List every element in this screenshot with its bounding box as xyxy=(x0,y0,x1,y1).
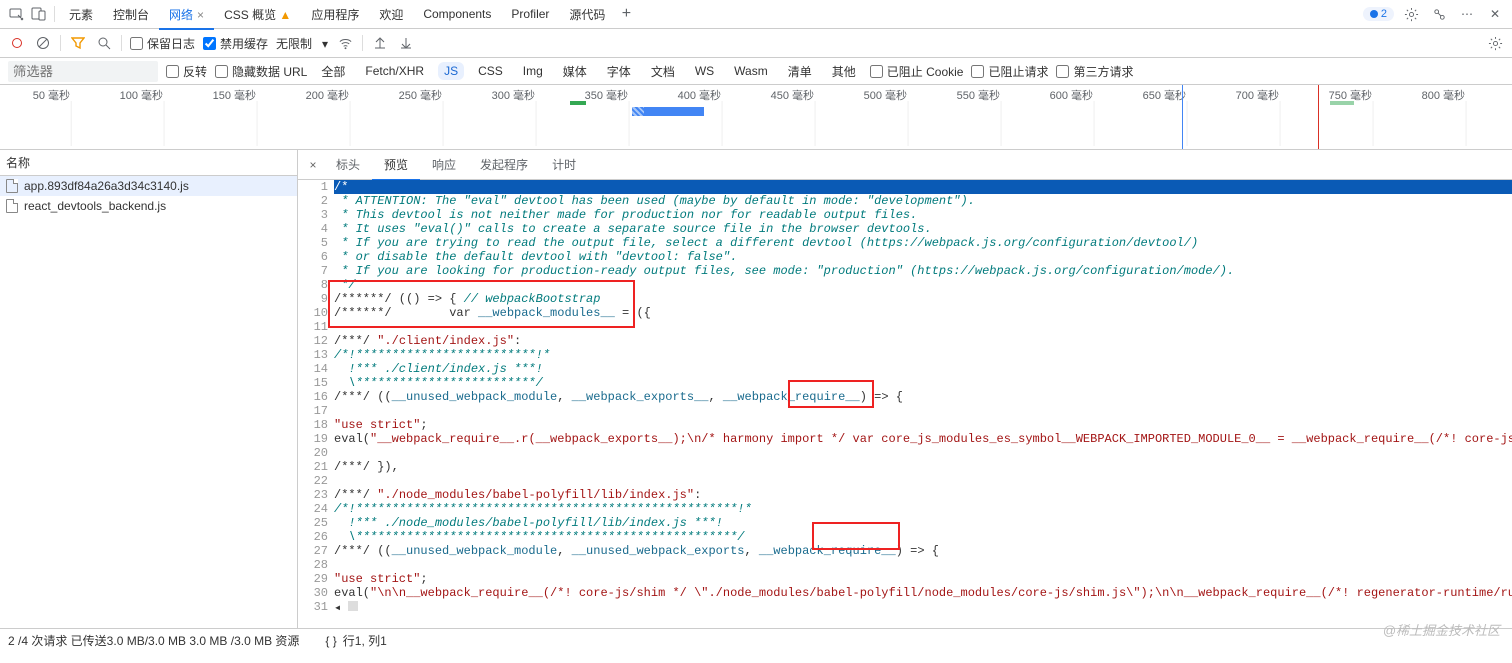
tab-timing[interactable]: 计时 xyxy=(540,150,588,179)
timeline-bar xyxy=(1330,101,1354,105)
filter-input[interactable] xyxy=(8,61,158,82)
hide-data-urls-checkbox[interactable]: 隐藏数据 URL xyxy=(215,63,307,80)
load-line xyxy=(1318,85,1319,149)
type-js[interactable]: JS xyxy=(438,62,464,80)
settings-gear-icon[interactable] xyxy=(1486,34,1504,52)
blocked-cookies-checkbox[interactable]: 已阻止 Cookie xyxy=(870,63,964,80)
domcontent-line xyxy=(1182,85,1183,149)
clear-icon[interactable] xyxy=(34,34,52,52)
tab-welcome[interactable]: 欢迎 xyxy=(369,0,413,29)
timeline-tick: 350 毫秒 xyxy=(585,87,628,103)
tab-elements[interactable]: 元素 xyxy=(59,0,103,29)
timeline-bar xyxy=(570,101,586,105)
transfer-summary: 2 /4 次请求 已传送3.0 MB/3.0 MB 3.0 MB /3.0 MB… xyxy=(8,632,299,649)
type-ws[interactable]: WS xyxy=(689,62,720,80)
timeline-tick: 400 毫秒 xyxy=(678,87,721,103)
request-row[interactable]: app.893df84a26a3d34c3140.js xyxy=(0,176,297,196)
type-other[interactable]: 其他 xyxy=(826,61,862,82)
third-party-checkbox[interactable]: 第三方请求 xyxy=(1056,63,1133,80)
status-bar: 2 /4 次请求 已传送3.0 MB/3.0 MB 3.0 MB /3.0 MB… xyxy=(0,628,1512,652)
file-icon xyxy=(6,199,18,213)
file-icon xyxy=(6,179,18,193)
download-icon[interactable] xyxy=(397,34,415,52)
tab-preview[interactable]: 预览 xyxy=(372,150,420,181)
tab-sources[interactable]: 源代码 xyxy=(559,0,615,29)
timeline-tick: 550 毫秒 xyxy=(957,87,1000,103)
timeline-tick: 150 毫秒 xyxy=(213,87,256,103)
cursor-position: 行1, 列1 xyxy=(343,632,387,649)
timeline-tick: 250 毫秒 xyxy=(399,87,442,103)
tab-network[interactable]: 网络× xyxy=(159,0,214,29)
timeline-bar xyxy=(644,107,704,116)
device-icon[interactable] xyxy=(28,3,50,25)
gear-icon[interactable] xyxy=(1400,3,1422,25)
more-icon[interactable]: ⋯ xyxy=(1456,3,1478,25)
timeline-tick: 800 毫秒 xyxy=(1422,87,1465,103)
devtools-top-tabs: 元素 控制台 网络× CSS 概览 ▲ 应用程序 欢迎 Components P… xyxy=(0,0,1512,29)
timeline-tick: 50 毫秒 xyxy=(33,87,70,103)
close-icon[interactable]: × xyxy=(197,8,204,22)
timeline-tick: 700 毫秒 xyxy=(1236,87,1279,103)
inspect-icon[interactable] xyxy=(6,3,28,25)
timeline-tick: 600 毫秒 xyxy=(1050,87,1093,103)
add-tab-icon[interactable]: + xyxy=(615,3,637,25)
request-row[interactable]: react_devtools_backend.js xyxy=(0,196,297,216)
issues-badge[interactable]: 2 xyxy=(1363,7,1394,21)
tab-components[interactable]: Components xyxy=(413,1,501,27)
filter-bar: 反转 隐藏数据 URL 全部 Fetch/XHR JS CSS Img 媒体 字… xyxy=(0,58,1512,85)
blocked-requests-checkbox[interactable]: 已阻止请求 xyxy=(971,63,1048,80)
close-panel-icon[interactable]: × xyxy=(302,158,324,172)
tab-application[interactable]: 应用程序 xyxy=(301,0,369,29)
throttle-select[interactable]: 无限制 ▾ xyxy=(276,35,328,52)
tab-initiator[interactable]: 发起程序 xyxy=(468,150,540,179)
upload-icon[interactable] xyxy=(371,34,389,52)
tab-response[interactable]: 响应 xyxy=(420,150,468,179)
invert-checkbox[interactable]: 反转 xyxy=(166,63,207,80)
activity-icon[interactable] xyxy=(1428,3,1450,25)
disable-cache-checkbox[interactable]: 禁用缓存 xyxy=(203,35,268,52)
tab-console[interactable]: 控制台 xyxy=(103,0,159,29)
wifi-icon[interactable] xyxy=(336,34,354,52)
filter-icon[interactable] xyxy=(69,34,87,52)
type-fetchxhr[interactable]: Fetch/XHR xyxy=(359,62,430,80)
search-icon[interactable] xyxy=(95,34,113,52)
request-detail: × 标头 预览 响应 发起程序 计时 1/* 2 * ATTENTION: Th… xyxy=(298,150,1512,628)
timeline-tick: 200 毫秒 xyxy=(306,87,349,103)
type-all[interactable]: 全部 xyxy=(315,61,351,82)
timeline-bar xyxy=(632,107,644,116)
type-manifest[interactable]: 清单 xyxy=(782,61,818,82)
type-media[interactable]: 媒体 xyxy=(557,61,593,82)
tab-headers[interactable]: 标头 xyxy=(324,150,372,179)
format-braces[interactable]: { } xyxy=(325,634,336,648)
timeline-tick: 300 毫秒 xyxy=(492,87,535,103)
preserve-log-checkbox[interactable]: 保留日志 xyxy=(130,35,195,52)
timeline[interactable]: 50 毫秒 100 毫秒 150 毫秒 200 毫秒 250 毫秒 300 毫秒 350 毫… xyxy=(0,85,1512,150)
code-preview[interactable]: 1/* 2 * ATTENTION: The "eval" devtool ha… xyxy=(298,180,1512,628)
type-img[interactable]: Img xyxy=(517,62,549,80)
timeline-tick: 650 毫秒 xyxy=(1143,87,1186,103)
close-devtools-icon[interactable]: ✕ xyxy=(1484,3,1506,25)
request-list: 名称 app.893df84a26a3d34c3140.js react_dev… xyxy=(0,150,298,628)
type-font[interactable]: 字体 xyxy=(601,61,637,82)
watermark: @稀土掘金技术社区 xyxy=(1383,620,1500,639)
type-doc[interactable]: 文档 xyxy=(645,61,681,82)
tab-css-overview[interactable]: CSS 概览 ▲ xyxy=(214,0,301,29)
timeline-tick: 100 毫秒 xyxy=(120,87,163,103)
name-header[interactable]: 名称 xyxy=(0,150,297,176)
timeline-tick: 500 毫秒 xyxy=(864,87,907,103)
timeline-tick: 450 毫秒 xyxy=(771,87,814,103)
type-wasm[interactable]: Wasm xyxy=(728,62,774,80)
network-toolbar: 保留日志 禁用缓存 无限制 ▾ xyxy=(0,29,1512,58)
tab-profiler[interactable]: Profiler xyxy=(501,1,559,27)
type-css[interactable]: CSS xyxy=(472,62,509,80)
record-icon[interactable] xyxy=(8,34,26,52)
